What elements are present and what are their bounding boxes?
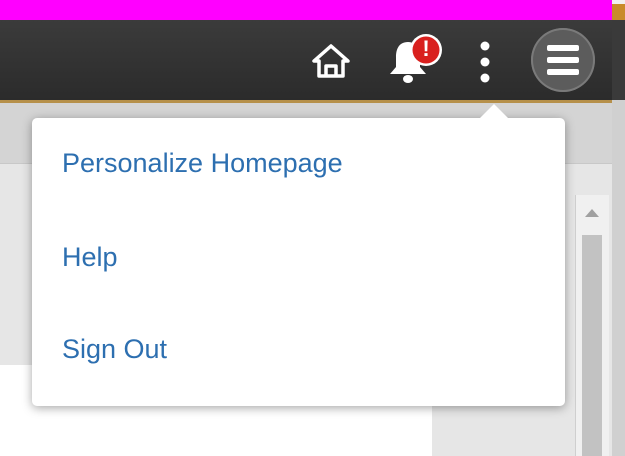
scrollbar[interactable] <box>575 195 609 456</box>
actions-dropdown: Personalize Homepage Help Sign Out <box>32 104 565 406</box>
menu-item-help[interactable]: Help <box>62 242 118 273</box>
scroll-up-arrow-icon[interactable] <box>585 209 599 217</box>
menu-item-personalize-homepage[interactable]: Personalize Homepage <box>62 148 343 179</box>
notification-badge-text: ! <box>422 36 430 61</box>
notifications-button[interactable]: ! <box>378 30 450 90</box>
navbar-menu-icon[interactable] <box>531 28 595 92</box>
menu-item-sign-out[interactable]: Sign Out <box>62 334 167 365</box>
top-accent-bar <box>0 0 612 20</box>
dropdown-pointer <box>480 104 508 118</box>
more-options-icon[interactable] <box>470 38 500 86</box>
scrollbar-thumb[interactable] <box>582 235 602 456</box>
header-bar: ! <box>0 20 612 103</box>
home-icon[interactable] <box>308 38 354 84</box>
window-edge <box>612 0 625 456</box>
